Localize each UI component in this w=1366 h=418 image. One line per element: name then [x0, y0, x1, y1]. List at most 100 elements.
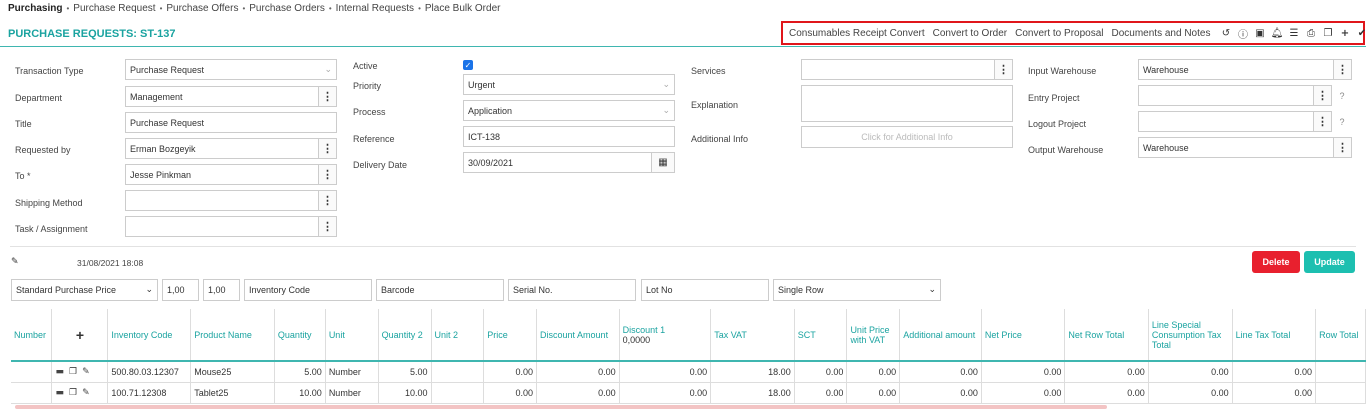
cell-unit-price-vat[interactable]: 0.00	[846, 361, 901, 383]
col-tax-vat[interactable]: Tax VAT	[710, 309, 795, 362]
entry-project-help-icon[interactable]: ?	[1333, 85, 1351, 106]
col-additional-amount[interactable]: Additional amount	[899, 309, 982, 362]
shipping-method-menu-button[interactable]: ⋮	[319, 190, 337, 211]
services-field[interactable]	[801, 59, 995, 80]
additional-info-field[interactable]: Click for Additional Info	[801, 126, 1013, 148]
logout-project-help-icon[interactable]: ?	[1333, 111, 1351, 132]
cell-discount-amount[interactable]: 0.00	[536, 382, 620, 404]
nav-item-purchase-request[interactable]: Purchase Request	[73, 3, 155, 14]
col-sct[interactable]: SCT	[794, 309, 848, 362]
output-warehouse-menu-button[interactable]: ⋮	[1334, 137, 1352, 158]
cell-line-special-tax[interactable]: 0.00	[1148, 382, 1233, 404]
bell-icon[interactable]: 🔔︎	[1269, 26, 1284, 40]
explanation-textarea[interactable]	[801, 85, 1013, 122]
services-menu-button[interactable]: ⋮	[995, 59, 1013, 80]
entry-project-field[interactable]	[1138, 85, 1314, 106]
entry-project-menu-button[interactable]: ⋮	[1314, 85, 1332, 106]
remove-row-icon[interactable]: ▬	[55, 367, 64, 377]
cell-discount1[interactable]: 0.00	[619, 361, 712, 383]
to-menu-button[interactable]: ⋮	[319, 164, 337, 185]
consumables-receipt-convert-button[interactable]: Consumables Receipt Convert	[789, 28, 925, 39]
department-menu-button[interactable]: ⋮	[319, 86, 337, 107]
quantity1-input[interactable]: 1,00	[162, 279, 199, 301]
copy-row-icon[interactable]: ❐	[69, 367, 77, 377]
cell-net-price[interactable]: 0.00	[981, 361, 1066, 383]
cell-tax-vat[interactable]: 18.00	[710, 361, 795, 383]
nav-item-place-bulk-order[interactable]: Place Bulk Order	[425, 3, 501, 14]
col-row-total[interactable]: Row Total	[1315, 309, 1366, 362]
output-warehouse-field[interactable]: Warehouse	[1138, 137, 1334, 158]
edit-row-icon[interactable]: ✎	[82, 367, 90, 377]
cell-tax-vat[interactable]: 18.00	[710, 382, 795, 404]
plus-icon[interactable]: +	[1337, 26, 1352, 40]
serial-no-input[interactable]: Serial No.	[508, 279, 636, 301]
to-field[interactable]: Jesse Pinkman	[125, 164, 319, 185]
table-row[interactable]: ▬ ❐ ✎ 100.71.12308 Tablet25 10.00 Number 1…	[11, 382, 1366, 404]
copy-icon[interactable]: ❐	[1320, 26, 1335, 40]
history-icon[interactable]: ↺	[1218, 26, 1233, 40]
cell-net-price[interactable]: 0.00	[981, 382, 1066, 404]
cell-line-tax-total[interactable]: 0.00	[1232, 361, 1317, 383]
title-input[interactable]: Purchase Request	[125, 112, 337, 133]
calendar-icon[interactable]: ▦	[652, 152, 675, 173]
active-checkbox[interactable]: ✓	[463, 60, 473, 70]
cell-unit[interactable]: Number	[325, 382, 379, 404]
table-row[interactable]: ▬ ❐ ✎ 500.80.03.12307 Mouse25 5.00 Number …	[11, 361, 1366, 383]
row-mode-select[interactable]: Single Row ⌄	[773, 279, 941, 301]
nav-item-purchase-orders[interactable]: Purchase Orders	[249, 3, 325, 14]
cell-line-special-tax[interactable]: 0.00	[1148, 361, 1233, 383]
cell-additional-amount[interactable]: 0.00	[899, 361, 982, 383]
logout-project-field[interactable]	[1138, 111, 1314, 132]
check-icon[interactable]: ✔	[1354, 26, 1366, 40]
nav-item-purchase-offers[interactable]: Purchase Offers	[166, 3, 238, 14]
cell-quantity2[interactable]: 5.00	[378, 361, 432, 383]
cell-price[interactable]: 0.00	[483, 361, 538, 383]
cell-sct[interactable]: 0.00	[794, 361, 848, 383]
box-icon[interactable]: ▣	[1252, 26, 1267, 40]
cell-unit2[interactable]	[431, 382, 485, 404]
col-quantity2[interactable]: Quantity 2	[378, 309, 432, 362]
cell-net-row-total[interactable]: 0.00	[1064, 382, 1149, 404]
copy-row-icon[interactable]: ❐	[69, 388, 77, 398]
cell-price[interactable]: 0.00	[483, 382, 538, 404]
cell-sct[interactable]: 0.00	[794, 382, 848, 404]
task-assignment-menu-button[interactable]: ⋮	[319, 216, 337, 237]
convert-to-order-button[interactable]: Convert to Order	[933, 28, 1007, 39]
col-unit[interactable]: Unit	[325, 309, 379, 362]
print-icon[interactable]: ⎙	[1303, 26, 1318, 40]
col-line-special-tax[interactable]: Line Special Consumption Tax Total	[1148, 309, 1233, 362]
cell-quantity[interactable]: 5.00	[274, 361, 326, 383]
cell-additional-amount[interactable]: 0.00	[899, 382, 982, 404]
cell-line-tax-total[interactable]: 0.00	[1232, 382, 1317, 404]
cell-quantity2[interactable]: 10.00	[378, 382, 432, 404]
col-product-name[interactable]: Product Name	[190, 309, 275, 362]
logout-project-menu-button[interactable]: ⋮	[1314, 111, 1332, 132]
col-unit2[interactable]: Unit 2	[431, 309, 485, 362]
edit-row-icon[interactable]: ✎	[82, 388, 90, 398]
transaction-type-select[interactable]: Purchase Request ⌄	[125, 59, 337, 80]
cell-row-total[interactable]	[1315, 382, 1366, 404]
cell-quantity[interactable]: 10.00	[274, 382, 326, 404]
input-warehouse-field[interactable]: Warehouse	[1138, 59, 1334, 80]
col-unit-price-vat[interactable]: Unit Price with VAT	[846, 309, 901, 362]
convert-to-proposal-button[interactable]: Convert to Proposal	[1015, 28, 1103, 39]
col-net-row-total[interactable]: Net Row Total	[1064, 309, 1149, 362]
cell-discount1[interactable]: 0.00	[619, 382, 712, 404]
col-quantity[interactable]: Quantity	[274, 309, 326, 362]
col-inventory-code[interactable]: Inventory Code	[107, 309, 192, 362]
add-row-button[interactable]: +	[51, 309, 109, 362]
department-field[interactable]: Management	[125, 86, 319, 107]
edit-pencil-icon[interactable]: ✎	[11, 257, 19, 267]
col-discount-amount[interactable]: Discount Amount	[536, 309, 620, 362]
info-icon[interactable]: ⓘ	[1235, 26, 1250, 41]
shipping-method-field[interactable]	[125, 190, 319, 211]
price-type-select[interactable]: Standard Purchase Price ⌄	[11, 279, 158, 301]
col-line-tax-total[interactable]: Line Tax Total	[1232, 309, 1317, 362]
col-number[interactable]: Number	[11, 309, 53, 362]
requested-by-field[interactable]: Erman Bozgeyik	[125, 138, 319, 159]
col-net-price[interactable]: Net Price	[981, 309, 1066, 362]
reference-input[interactable]: ICT-138	[463, 126, 675, 147]
lot-no-input[interactable]: Lot No	[641, 279, 769, 301]
cell-net-row-total[interactable]: 0.00	[1064, 361, 1149, 383]
nav-item-purchasing[interactable]: Purchasing	[8, 3, 62, 14]
